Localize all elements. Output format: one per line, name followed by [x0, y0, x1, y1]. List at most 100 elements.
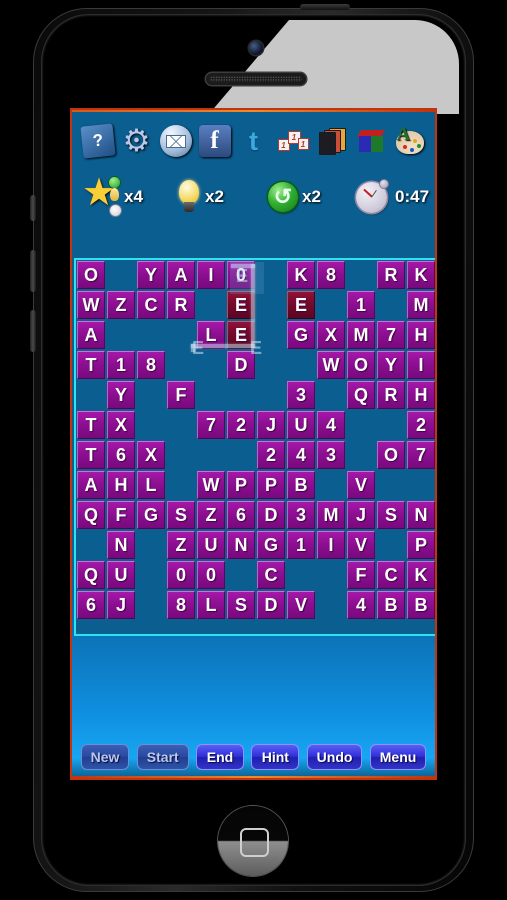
board-tile[interactable]: N — [227, 531, 255, 559]
palette-icon[interactable] — [394, 124, 426, 157]
board-tile[interactable]: P — [407, 531, 435, 559]
undo-counter[interactable]: ↺ x2 — [268, 166, 321, 228]
board-tile[interactable]: H — [407, 321, 435, 349]
board-tile[interactable]: 7 — [407, 441, 435, 469]
board-tile[interactable]: W — [77, 291, 105, 319]
dice-icon[interactable]: 111 — [277, 125, 309, 157]
start-button[interactable]: Start — [136, 744, 189, 770]
board-tile[interactable]: V — [287, 591, 315, 619]
board-tile[interactable]: P — [227, 471, 255, 499]
board-tile[interactable]: O — [377, 441, 405, 469]
board-tile[interactable]: R — [377, 261, 405, 289]
new-button[interactable]: New — [80, 744, 130, 770]
undo-button[interactable]: Undo — [306, 744, 363, 770]
board-tile[interactable]: 6 — [227, 501, 255, 529]
board-tile[interactable]: 8 — [137, 351, 165, 379]
board-tile[interactable]: Y — [107, 381, 135, 409]
board-tile[interactable]: T — [77, 411, 105, 439]
settings-gear-icon[interactable]: ⚙ — [121, 125, 153, 157]
board-tile[interactable]: 1 — [347, 291, 375, 319]
board-tile[interactable]: B — [407, 591, 435, 619]
board-tile[interactable]: W — [197, 471, 225, 499]
board-tile[interactable]: 0 — [197, 561, 225, 589]
facebook-icon[interactable]: f — [198, 125, 231, 157]
hint-button[interactable]: Hint — [251, 744, 300, 770]
board-tile[interactable]: 4 — [347, 591, 375, 619]
board-tile[interactable]: V — [347, 531, 375, 559]
board-tile[interactable]: E — [287, 291, 315, 319]
board-tile[interactable]: K — [407, 261, 435, 289]
board-tile[interactable]: 8 — [317, 261, 345, 289]
board-tile[interactable]: 2 — [407, 411, 435, 439]
board-tile[interactable]: J — [347, 501, 375, 529]
board-tile[interactable]: L — [197, 591, 225, 619]
home-button[interactable] — [218, 806, 288, 876]
board-tile[interactable]: D — [257, 591, 285, 619]
board-tile[interactable]: P — [257, 471, 285, 499]
board-tile[interactable]: A — [167, 261, 195, 289]
board-tile[interactable]: D — [257, 501, 285, 529]
board-tile[interactable]: 2 — [257, 441, 285, 469]
board-tile[interactable]: I — [197, 261, 225, 289]
board-tile[interactable]: Q — [347, 381, 375, 409]
board-tile[interactable]: C — [257, 561, 285, 589]
board-tile[interactable]: Y — [137, 261, 165, 289]
board-tile[interactable]: H — [107, 471, 135, 499]
board-tile[interactable]: G — [287, 321, 315, 349]
board-tile[interactable]: 0 — [227, 261, 255, 289]
board-tile[interactable]: 3 — [287, 381, 315, 409]
game-board[interactable]: OYAI0K8RKWZCREE1MALEGXM7HT18DWOYIYF3QRHT… — [74, 258, 435, 636]
board-tile[interactable]: R — [377, 381, 405, 409]
hint-counter[interactable]: x2 — [177, 166, 224, 228]
board-tile[interactable]: 2 — [227, 411, 255, 439]
board-tile[interactable]: J — [257, 411, 285, 439]
end-button[interactable]: End — [196, 744, 245, 770]
cards-icon[interactable] — [316, 125, 348, 157]
board-tile[interactable]: 6 — [107, 441, 135, 469]
board-tile[interactable]: 0 — [167, 561, 195, 589]
board-tile[interactable]: 7 — [197, 411, 225, 439]
board-tile[interactable]: 6 — [77, 591, 105, 619]
board-tile[interactable]: 3 — [287, 501, 315, 529]
board-tile[interactable]: B — [377, 591, 405, 619]
board-tile[interactable]: F — [167, 381, 195, 409]
board-tile[interactable]: D — [227, 351, 255, 379]
board-tile[interactable]: T — [77, 351, 105, 379]
mail-icon[interactable] — [159, 125, 192, 157]
power-button[interactable] — [300, 4, 350, 10]
board-tile[interactable]: S — [167, 501, 195, 529]
board-tile[interactable]: X — [137, 441, 165, 469]
board-tile[interactable]: I — [317, 531, 345, 559]
board-tile[interactable]: N — [107, 531, 135, 559]
board-tile[interactable]: L — [197, 321, 225, 349]
board-tile[interactable]: X — [317, 321, 345, 349]
board-tile[interactable]: 3 — [317, 441, 345, 469]
board-tile[interactable]: N — [407, 501, 435, 529]
board-tile[interactable]: U — [287, 411, 315, 439]
cube-icon[interactable] — [355, 125, 387, 157]
board-tile[interactable]: F — [107, 501, 135, 529]
ring-switch[interactable] — [30, 195, 36, 221]
board-tile[interactable]: R — [167, 291, 195, 319]
board-tile[interactable]: Z — [107, 291, 135, 319]
board-tile[interactable]: W — [317, 351, 345, 379]
board-tile[interactable]: X — [107, 411, 135, 439]
board-tile[interactable]: O — [347, 351, 375, 379]
board-tile[interactable]: K — [287, 261, 315, 289]
board-tile[interactable]: C — [377, 561, 405, 589]
board-tile[interactable]: 4 — [317, 411, 345, 439]
board-tile[interactable]: K — [407, 561, 435, 589]
board-tile[interactable]: C — [137, 291, 165, 319]
board-tile[interactable]: G — [137, 501, 165, 529]
board-tile[interactable]: O — [77, 261, 105, 289]
board-tile[interactable]: M — [347, 321, 375, 349]
board-tile[interactable]: Z — [197, 501, 225, 529]
board-tile[interactable]: S — [377, 501, 405, 529]
board-tile[interactable]: A — [77, 471, 105, 499]
board-tile[interactable]: E — [227, 321, 255, 349]
board-tile[interactable]: F — [347, 561, 375, 589]
board-tile[interactable]: Q — [77, 561, 105, 589]
volume-down-button[interactable] — [30, 310, 36, 352]
board-tile[interactable]: Y — [377, 351, 405, 379]
board-tile[interactable]: S — [227, 591, 255, 619]
